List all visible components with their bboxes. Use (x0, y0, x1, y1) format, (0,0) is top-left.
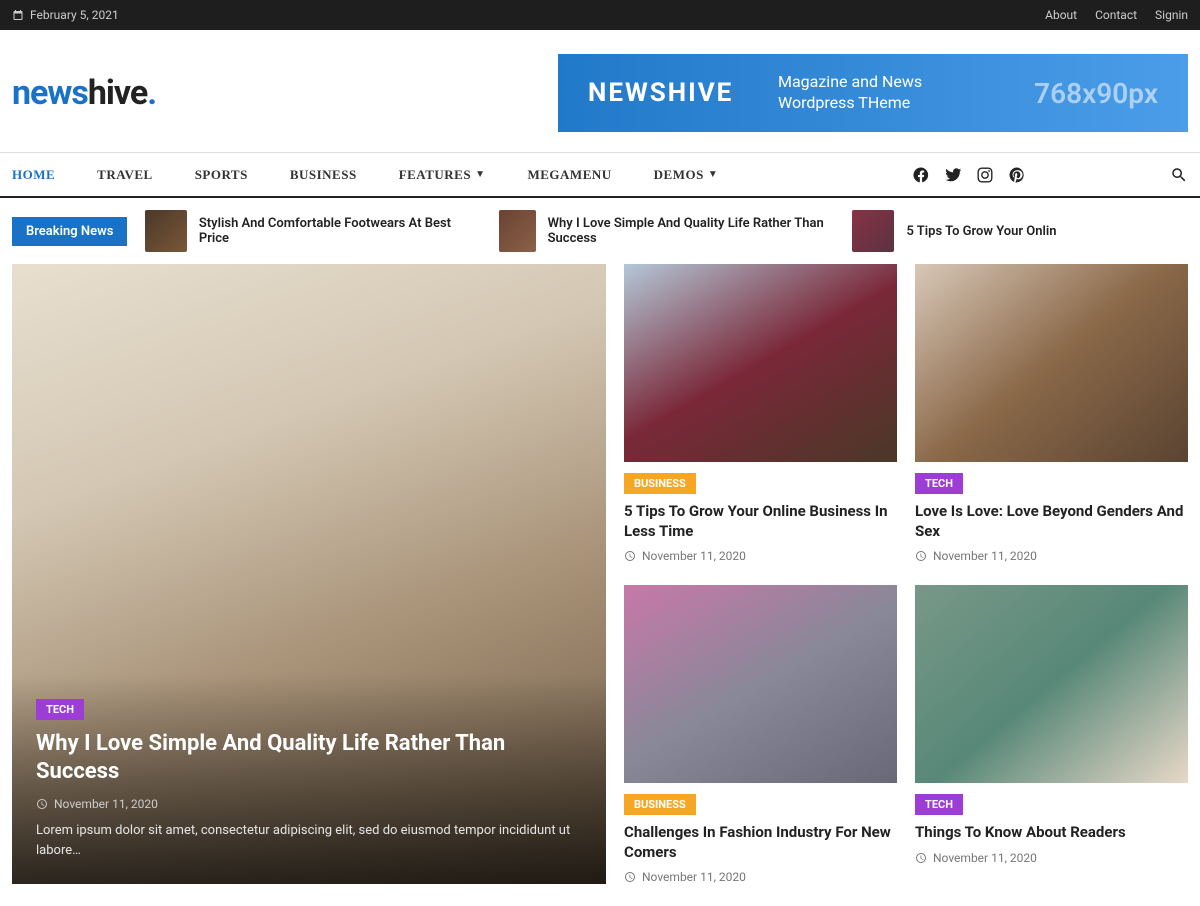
banner-subtitle: Magazine and News Wordpress THeme (768, 72, 1034, 114)
clock-icon (36, 798, 48, 810)
category-tag[interactable]: TECH (915, 473, 963, 494)
article-card[interactable]: BUSINESS 5 Tips To Grow Your Online Busi… (624, 264, 897, 563)
hero-article[interactable]: TECH Why I Love Simple And Quality Life … (12, 264, 606, 884)
card-meta: November 11, 2020 (624, 870, 897, 884)
article-card[interactable]: TECH Things To Know About Readers Novemb… (915, 585, 1188, 865)
chevron-down-icon: ▼ (708, 169, 718, 180)
card-meta: November 11, 2020 (915, 851, 1188, 865)
category-tag[interactable]: BUSINESS (624, 473, 696, 494)
content-grid: TECH Why I Love Simple And Quality Life … (0, 264, 1200, 906)
nav-right (912, 166, 1188, 184)
category-tag[interactable]: BUSINESS (624, 794, 696, 815)
ad-banner[interactable]: NEWSHIVE Magazine and News Wordpress THe… (558, 54, 1188, 132)
signin-link[interactable]: Signin (1155, 8, 1188, 22)
ticker-title: Stylish And Comfortable Footwears At Bes… (199, 216, 481, 246)
breaking-news-label: Breaking News (12, 217, 127, 246)
hero-title: Why I Love Simple And Quality Life Rathe… (36, 730, 582, 787)
category-tag[interactable]: TECH (915, 794, 963, 815)
card-title: Challenges In Fashion Industry For New C… (624, 823, 897, 862)
article-card[interactable]: BUSINESS Challenges In Fashion Industry … (624, 585, 897, 884)
nav-demos[interactable]: DEMOS▼ (654, 167, 719, 183)
card-date: November 11, 2020 (933, 549, 1037, 563)
ticker-title: 5 Tips To Grow Your Onlin (906, 224, 1056, 239)
topbar: February 5, 2021 About Contact Signin (0, 0, 1200, 30)
clock-icon (624, 871, 636, 883)
date-text: February 5, 2021 (30, 8, 119, 22)
logo[interactable]: newshive. (12, 73, 156, 113)
column-3: TECH Love Is Love: Love Beyond Genders A… (915, 264, 1188, 906)
card-date: November 11, 2020 (933, 851, 1037, 865)
ticker-item[interactable]: 5 Tips To Grow Your Onlin (852, 210, 1188, 252)
pinterest-icon[interactable] (1008, 166, 1026, 184)
search-icon[interactable] (1170, 166, 1188, 184)
news-ticker: Breaking News Stylish And Comfortable Fo… (0, 198, 1200, 264)
logo-dot: . (147, 73, 156, 113)
ticker-item[interactable]: Stylish And Comfortable Footwears At Bes… (145, 210, 481, 252)
card-image (915, 264, 1188, 462)
nav-home[interactable]: HOME (12, 167, 55, 183)
card-image (624, 585, 897, 783)
nav-menu: HOME TRAVEL SPORTS BUSINESS FEATURES▼ ME… (12, 167, 718, 183)
nav-features[interactable]: FEATURES▼ (399, 167, 486, 183)
calendar-icon (12, 9, 24, 21)
card-image (915, 585, 1188, 783)
hero-date: November 11, 2020 (54, 797, 158, 811)
hero-excerpt: Lorem ipsum dolor sit amet, consectetur … (36, 821, 582, 860)
logo-hive: hive (88, 73, 147, 113)
card-title: Things To Know About Readers (915, 823, 1188, 843)
clock-icon (915, 550, 927, 562)
column-2: BUSINESS 5 Tips To Grow Your Online Busi… (624, 264, 897, 906)
article-card[interactable]: TECH Love Is Love: Love Beyond Genders A… (915, 264, 1188, 563)
about-link[interactable]: About (1045, 8, 1077, 22)
nav-megamenu[interactable]: MEGAMENU (527, 167, 611, 183)
ticker-thumb (499, 210, 536, 252)
card-meta: November 11, 2020 (624, 549, 897, 563)
nav-business[interactable]: BUSINESS (290, 167, 357, 183)
banner-dimensions: 768x90px (1034, 77, 1158, 110)
header: newshive. NEWSHIVE Magazine and News Wor… (0, 30, 1200, 152)
twitter-icon[interactable] (944, 166, 962, 184)
clock-icon (915, 852, 927, 864)
card-title: 5 Tips To Grow Your Online Business In L… (624, 502, 897, 541)
card-meta: November 11, 2020 (915, 549, 1188, 563)
card-title: Love Is Love: Love Beyond Genders And Se… (915, 502, 1188, 541)
hero-meta: November 11, 2020 (36, 797, 582, 811)
ticker-thumb (852, 210, 894, 252)
card-date: November 11, 2020 (642, 549, 746, 563)
navbar: HOME TRAVEL SPORTS BUSINESS FEATURES▼ ME… (0, 152, 1200, 198)
card-image (624, 264, 897, 462)
ticker-thumb (145, 210, 186, 252)
chevron-down-icon: ▼ (475, 169, 485, 180)
banner-title: NEWSHIVE (588, 78, 768, 108)
topbar-date: February 5, 2021 (12, 8, 119, 22)
hero-overlay: TECH Why I Love Simple And Quality Life … (12, 674, 606, 884)
contact-link[interactable]: Contact (1095, 8, 1137, 22)
nav-travel[interactable]: TRAVEL (97, 167, 153, 183)
topbar-links: About Contact Signin (1045, 8, 1188, 22)
category-tag[interactable]: TECH (36, 699, 84, 720)
ticker-item[interactable]: Why I Love Simple And Quality Life Rathe… (499, 210, 835, 252)
nav-sports[interactable]: SPORTS (195, 167, 248, 183)
facebook-icon[interactable] (912, 166, 930, 184)
card-date: November 11, 2020 (642, 870, 746, 884)
instagram-icon[interactable] (976, 166, 994, 184)
logo-news: news (12, 73, 88, 113)
clock-icon (624, 550, 636, 562)
ticker-title: Why I Love Simple And Quality Life Rathe… (548, 216, 835, 246)
